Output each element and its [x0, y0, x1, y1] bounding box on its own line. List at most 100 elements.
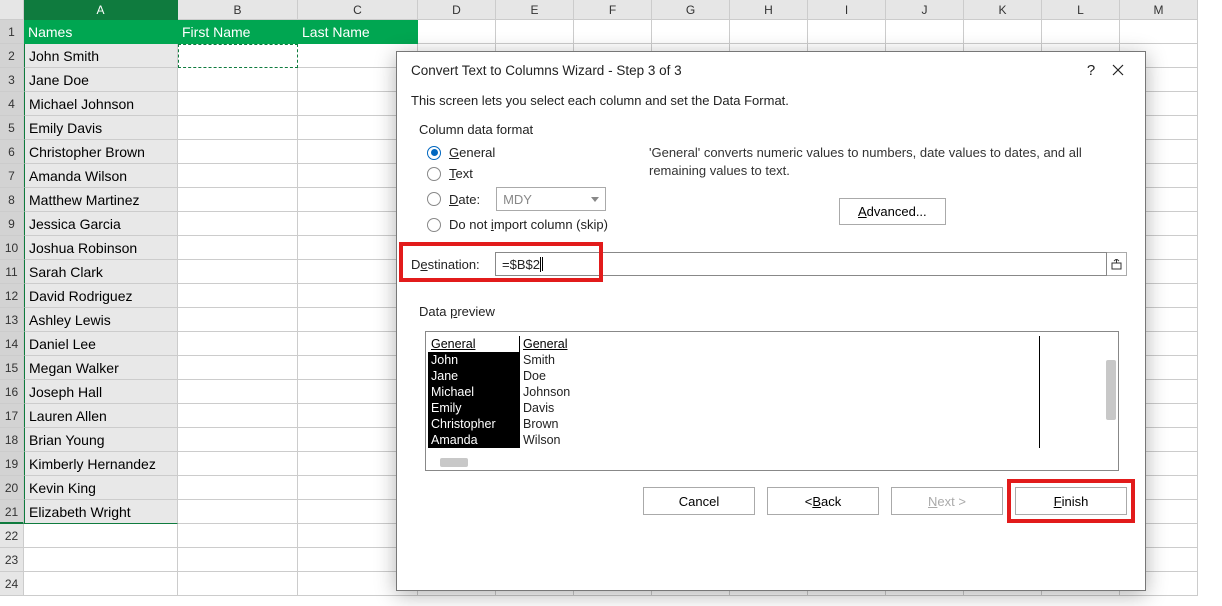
cell-C1[interactable]: Last Name [298, 20, 418, 44]
radio-text[interactable]: Text [427, 166, 641, 181]
select-all-corner[interactable] [0, 0, 24, 20]
row-header-11[interactable]: 11 [0, 260, 24, 284]
row-header-13[interactable]: 13 [0, 308, 24, 332]
column-header-K[interactable]: K [964, 0, 1042, 20]
close-button[interactable] [1103, 63, 1133, 79]
row-header-24[interactable]: 24 [0, 572, 24, 596]
cell-A23[interactable] [24, 548, 178, 572]
cell-A15[interactable]: Megan Walker [24, 356, 178, 380]
row-header-3[interactable]: 3 [0, 68, 24, 92]
cell-A17[interactable]: Lauren Allen [24, 404, 178, 428]
finish-button[interactable]: Finish [1015, 487, 1127, 515]
cell-B8[interactable] [178, 188, 298, 212]
row-header-16[interactable]: 16 [0, 380, 24, 404]
cell-B1[interactable]: First Name [178, 20, 298, 44]
row-header-14[interactable]: 14 [0, 332, 24, 356]
cell-B7[interactable] [178, 164, 298, 188]
cell-B9[interactable] [178, 212, 298, 236]
cell-M1[interactable] [1120, 20, 1198, 44]
cell-I1[interactable] [808, 20, 886, 44]
cell-A16[interactable]: Joseph Hall [24, 380, 178, 404]
help-button[interactable]: ? [1079, 62, 1103, 79]
row-header-19[interactable]: 19 [0, 452, 24, 476]
radio-skip[interactable]: Do not import column (skip) [427, 217, 641, 232]
preview-horizontal-scrollbar[interactable] [440, 458, 468, 467]
column-header-D[interactable]: D [418, 0, 496, 20]
cell-B6[interactable] [178, 140, 298, 164]
cell-E1[interactable] [496, 20, 574, 44]
column-header-I[interactable]: I [808, 0, 886, 20]
row-header-12[interactable]: 12 [0, 284, 24, 308]
cell-A14[interactable]: Daniel Lee [24, 332, 178, 356]
cell-K1[interactable] [964, 20, 1042, 44]
cell-B22[interactable] [178, 524, 298, 548]
cell-J1[interactable] [886, 20, 964, 44]
cell-A13[interactable]: Ashley Lewis [24, 308, 178, 332]
row-header-20[interactable]: 20 [0, 476, 24, 500]
cell-B13[interactable] [178, 308, 298, 332]
cell-F1[interactable] [574, 20, 652, 44]
column-header-E[interactable]: E [496, 0, 574, 20]
cell-L1[interactable] [1042, 20, 1120, 44]
column-header-G[interactable]: G [652, 0, 730, 20]
row-header-8[interactable]: 8 [0, 188, 24, 212]
cell-A19[interactable]: Kimberly Hernandez [24, 452, 178, 476]
cell-A18[interactable]: Brian Young [24, 428, 178, 452]
row-header-4[interactable]: 4 [0, 92, 24, 116]
cell-A2[interactable]: John Smith [24, 44, 178, 68]
column-header-H[interactable]: H [730, 0, 808, 20]
back-button[interactable]: < Back [767, 487, 879, 515]
row-header-6[interactable]: 6 [0, 140, 24, 164]
cancel-button[interactable]: Cancel [643, 487, 755, 515]
cell-A1[interactable]: Names [24, 20, 178, 44]
cell-B19[interactable] [178, 452, 298, 476]
cell-A22[interactable] [24, 524, 178, 548]
cell-A10[interactable]: Joshua Robinson [24, 236, 178, 260]
cell-B5[interactable] [178, 116, 298, 140]
advanced-button[interactable]: Advanced... [839, 198, 946, 225]
row-header-10[interactable]: 10 [0, 236, 24, 260]
column-header-J[interactable]: J [886, 0, 964, 20]
cell-B20[interactable] [178, 476, 298, 500]
cell-A11[interactable]: Sarah Clark [24, 260, 178, 284]
cell-B15[interactable] [178, 356, 298, 380]
date-format-select[interactable]: MDY [496, 187, 606, 211]
cell-A5[interactable]: Emily Davis [24, 116, 178, 140]
cell-D1[interactable] [418, 20, 496, 44]
cell-B14[interactable] [178, 332, 298, 356]
row-header-23[interactable]: 23 [0, 548, 24, 572]
radio-general[interactable]: General [427, 145, 641, 160]
row-header-5[interactable]: 5 [0, 116, 24, 140]
cell-B17[interactable] [178, 404, 298, 428]
row-header-15[interactable]: 15 [0, 356, 24, 380]
cell-B4[interactable] [178, 92, 298, 116]
radio-date[interactable]: Date: MDY [427, 187, 641, 211]
destination-input[interactable]: =$B$2 [495, 252, 1107, 276]
cell-A9[interactable]: Jessica Garcia [24, 212, 178, 236]
cell-H1[interactable] [730, 20, 808, 44]
cell-B10[interactable] [178, 236, 298, 260]
cell-B24[interactable] [178, 572, 298, 596]
cell-B3[interactable] [178, 68, 298, 92]
row-header-22[interactable]: 22 [0, 524, 24, 548]
data-preview[interactable]: GeneralJohnJaneMichaelEmilyChristopherAm… [425, 331, 1119, 471]
cell-G1[interactable] [652, 20, 730, 44]
cell-A8[interactable]: Matthew Martinez [24, 188, 178, 212]
column-header-L[interactable]: L [1042, 0, 1120, 20]
cell-A4[interactable]: Michael Johnson [24, 92, 178, 116]
column-header-M[interactable]: M [1120, 0, 1198, 20]
cell-A3[interactable]: Jane Doe [24, 68, 178, 92]
cell-B18[interactable] [178, 428, 298, 452]
column-header-B[interactable]: B [178, 0, 298, 20]
column-header-C[interactable]: C [298, 0, 418, 20]
row-header-21[interactable]: 21 [0, 500, 24, 524]
cell-B16[interactable] [178, 380, 298, 404]
preview-vertical-scrollbar[interactable] [1106, 360, 1116, 420]
cell-A20[interactable]: Kevin King [24, 476, 178, 500]
column-header-F[interactable]: F [574, 0, 652, 20]
row-header-2[interactable]: 2 [0, 44, 24, 68]
cell-B11[interactable] [178, 260, 298, 284]
cell-A21[interactable]: Elizabeth Wright [24, 500, 178, 524]
row-header-7[interactable]: 7 [0, 164, 24, 188]
cell-B12[interactable] [178, 284, 298, 308]
